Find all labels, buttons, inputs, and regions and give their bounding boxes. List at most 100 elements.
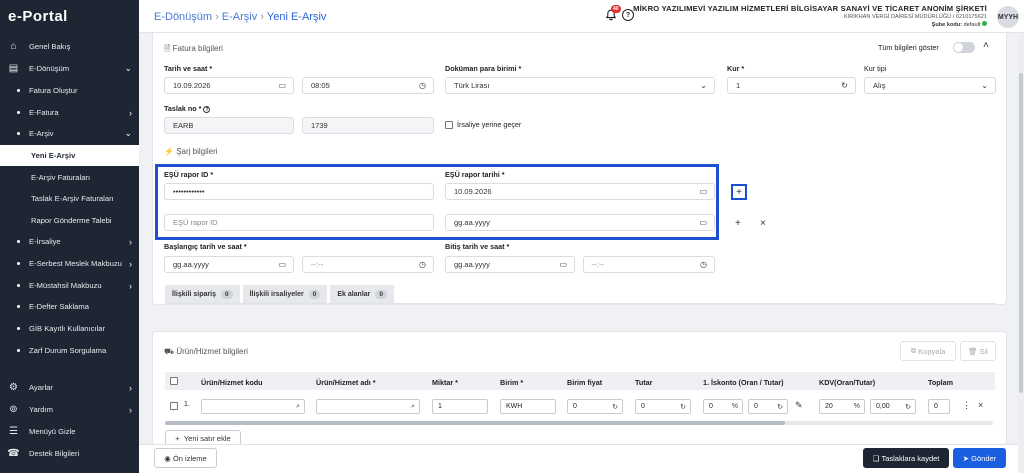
document-icon: ▤	[8, 63, 19, 74]
calendar-icon: ▭	[559, 260, 567, 269]
col-discount: 1. İskonto (Oran / Tutar)	[703, 378, 784, 387]
waybill-checkbox[interactable]	[445, 121, 453, 129]
sidebar-item[interactable]: E-Müstahsil Makbuzu ›	[0, 275, 139, 296]
row-remove-icon[interactable]: ×	[978, 400, 983, 410]
col-name: Ürün/Hizmet adı *	[316, 378, 376, 387]
show-all-toggle[interactable]	[953, 42, 975, 53]
breadcrumb-item[interactable]: E-Dönüşüm	[154, 11, 212, 23]
code-input[interactable]: ⌕	[201, 399, 305, 414]
tabs-divider	[165, 303, 996, 304]
save-draft-button[interactable]: ❏ Taslaklara kaydet	[863, 448, 949, 468]
sidebar-item[interactable]: Taslak E-Arşiv Faturaları	[0, 188, 139, 209]
esu-id-input[interactable]: ••••••••••••	[164, 183, 434, 200]
chevron-right-icon: ›	[129, 236, 132, 247]
sidebar-item[interactable]: E-İrsaliye ›	[0, 231, 139, 252]
select-all-checkbox[interactable]	[170, 377, 178, 385]
tab-related-waybills[interactable]: İlişkili irsaliyeler 0	[242, 285, 328, 303]
preview-button[interactable]: ◉ Ön izleme	[154, 448, 217, 468]
avatar[interactable]: MYYH	[997, 6, 1019, 28]
sidebar-item[interactable]: E-Arşiv ⌄	[0, 123, 139, 144]
col-qty: Miktar *	[432, 378, 458, 387]
start-date-input[interactable]: gg.aa.yyyy ▭	[164, 256, 294, 273]
chevron-up-icon[interactable]: ˄	[983, 40, 989, 51]
rate-input[interactable]: 1 ↻	[727, 77, 856, 94]
bell-icon[interactable]: 40	[605, 5, 621, 21]
discount-amount-input[interactable]: 0 ↻	[748, 399, 788, 414]
sidebar-item[interactable]: E-Fatura ›	[0, 102, 139, 123]
currency-select[interactable]: Türk Lirası ⌄	[445, 77, 715, 94]
sidebar-item[interactable]: GİB Kayıtlı Kullanıcılar	[0, 318, 139, 339]
calendar-icon: ▭	[699, 218, 707, 227]
sidebar-item-label: Fatura Oluştur	[29, 86, 78, 95]
edit-icon[interactable]: ✎	[795, 400, 803, 411]
notification-badge: 40	[611, 5, 621, 13]
sidebar-item[interactable]: E-Serbest Meslek Makbuzu ›	[0, 253, 139, 274]
start-time-input[interactable]: --:-- ◷	[302, 256, 434, 273]
table-scrollbar[interactable]	[165, 421, 993, 425]
sidebar-item[interactable]: Rapor Gönderme Talebi	[0, 210, 139, 231]
bullet-icon	[17, 89, 20, 92]
amount-input[interactable]: 0 ↻	[635, 399, 691, 414]
discount-rate-input[interactable]: 0%	[703, 399, 743, 414]
more-icon[interactable]: ⋮	[962, 400, 971, 411]
time-input[interactable]: 08:05 ◷	[302, 77, 434, 94]
sidebar-item[interactable]: Fatura Oluştur	[0, 80, 139, 101]
remove-esu-row-button[interactable]: ×	[760, 218, 766, 229]
page-scrollbar[interactable]	[1018, 33, 1024, 473]
rate-type-select[interactable]: Alış ⌄	[864, 77, 996, 94]
calendar-icon: ▭	[278, 260, 286, 269]
sidebar-item[interactable]: ⚙ Ayarlar ›	[0, 377, 139, 398]
sidebar-item[interactable]: E-Defter Saklama	[0, 296, 139, 317]
delete-button[interactable]: 🗑 Sil	[960, 341, 996, 361]
chevron-right-icon: ›	[129, 107, 132, 118]
sidebar-item[interactable]: ☰ Menüyü Gizle	[0, 421, 139, 442]
menu-icon: ☰	[9, 426, 18, 437]
sidebar-item[interactable]: ☎ Destek Bilgileri	[0, 443, 139, 464]
send-button[interactable]: ➤ Gönder	[953, 448, 1006, 468]
refresh-icon: ↻	[612, 403, 618, 411]
tab-extra-fields[interactable]: Ek alanlar 0	[330, 285, 395, 303]
sidebar-item[interactable]: Zarf Durum Sorgulama	[0, 340, 139, 361]
sidebar-item-label: Taslak E-Arşiv Faturaları	[31, 194, 114, 203]
col-unit: Birim *	[500, 378, 524, 387]
add-esu-row-button[interactable]: +	[735, 218, 741, 229]
unit-select[interactable]: KWH	[500, 399, 556, 414]
esu-date-input[interactable]: 10.09.2026 ▭	[445, 183, 715, 200]
add-esu-button[interactable]: +	[731, 184, 747, 200]
sidebar-item[interactable]: E-Arşiv Faturaları	[0, 167, 139, 188]
end-time-input[interactable]: --:-- ◷	[583, 256, 715, 273]
search-icon: ⌕	[296, 402, 300, 410]
sidebar-item[interactable]: Yeni E-Arşiv	[0, 145, 139, 166]
copy-button[interactable]: ⧉ Kopyala	[900, 341, 956, 361]
vat-amount-input[interactable]: 0,00 ↻	[870, 399, 916, 414]
vat-rate-input[interactable]: 20%	[819, 399, 865, 414]
sidebar-item-label: E-İrsaliye	[29, 237, 61, 246]
bullet-icon	[17, 132, 20, 135]
rate-type-label: Kur tipi	[864, 64, 887, 73]
sidebar-item-label: E-Müstahsil Makbuzu	[29, 281, 102, 290]
col-vat: KDV(Oran/Tutar)	[819, 378, 876, 387]
sidebar-item[interactable]: ▤ E-Dönüşüm ⌄	[0, 58, 139, 79]
sidebar-item[interactable]: ⊚ Yardım ›	[0, 399, 139, 420]
row-checkbox[interactable]	[170, 402, 178, 410]
top-bar: E-Dönüşüm › E-Arşiv › Yeni E-Arşiv 40 ? MİKR…	[139, 0, 1024, 33]
sidebar-item[interactable]: ⌂ Genel Bakış	[0, 36, 139, 57]
total-input[interactable]: 0	[928, 399, 950, 414]
date-input[interactable]: 10.09.2026 ▭	[164, 77, 294, 94]
start-label: Başlangıç tarih ve saat *	[164, 242, 247, 251]
qty-input[interactable]: 1	[432, 399, 488, 414]
breadcrumb-item[interactable]: E-Arşiv	[222, 11, 257, 23]
price-input[interactable]: 0 ↻	[567, 399, 623, 414]
sidebar-item-label: Rapor Gönderme Talebi	[31, 216, 112, 225]
esu-date-input-2[interactable]: gg.aa.yyyy ▭	[445, 214, 715, 231]
tab-related-order[interactable]: İlişkili sipariş 0	[165, 285, 240, 303]
name-input[interactable]: ⌕	[316, 399, 420, 414]
sidebar-item-label: Ayarlar	[29, 383, 53, 392]
home-icon: ⌂	[10, 41, 17, 52]
info-icon: ?	[203, 106, 211, 113]
sidebar-item-label: Menüyü Gizle	[29, 427, 76, 436]
clock-icon: ◷	[700, 260, 707, 269]
end-date-input[interactable]: gg.aa.yyyy ▭	[445, 256, 575, 273]
esu-id-input-2[interactable]: EŞÜ rapor ID	[164, 214, 434, 231]
chevron-down-icon: ⌄	[700, 81, 707, 90]
